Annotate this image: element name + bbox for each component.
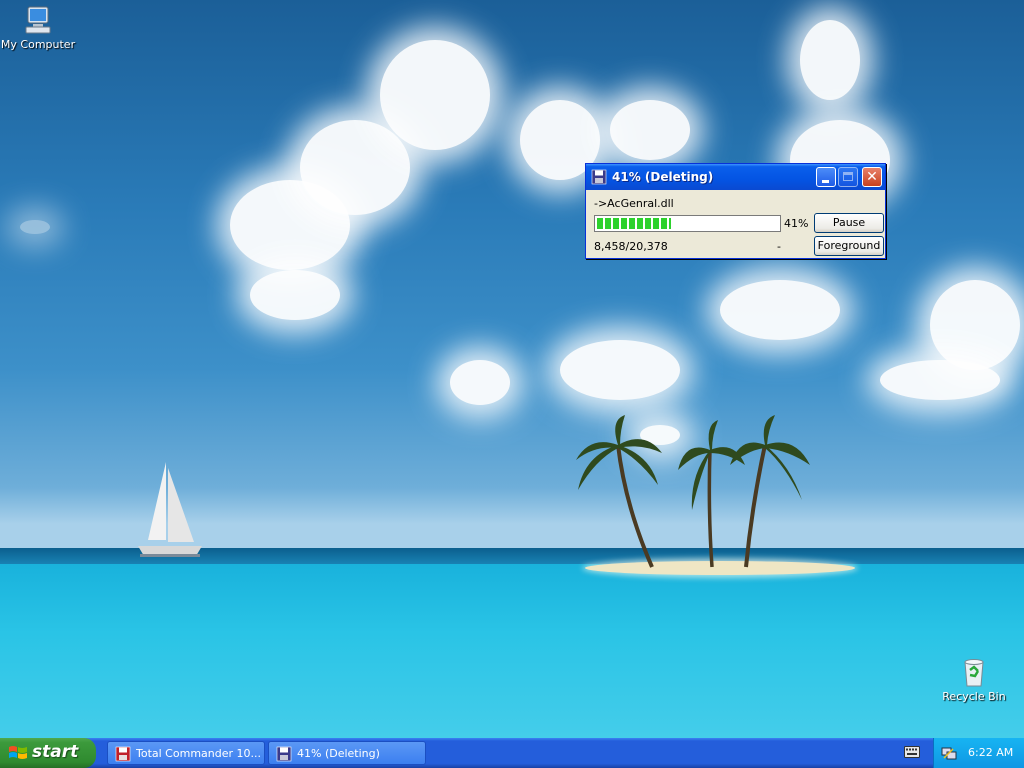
task-label: 41% (Deleting)	[297, 747, 380, 760]
desktop-background: My Computer Recycle Bin	[0, 0, 1024, 738]
cloud	[380, 40, 490, 150]
cloud	[880, 360, 1000, 400]
network-icon[interactable]	[941, 745, 957, 764]
clock[interactable]: 6:22 AM	[968, 746, 1013, 759]
cloud	[250, 270, 340, 320]
progress-fill	[597, 218, 671, 229]
current-file-label: ->AcGenral.dll	[594, 197, 674, 210]
sailboat	[138, 462, 202, 557]
my-computer-label: My Computer	[0, 38, 76, 51]
pause-button[interactable]: Pause	[814, 213, 884, 233]
floppy-disk-icon	[591, 169, 607, 188]
system-tray: 6:22 AM	[933, 738, 1024, 768]
taskbar: start Total Commander 10.... 41% (Deleti…	[0, 738, 1024, 768]
close-icon: ✕	[866, 169, 878, 185]
close-button[interactable]: ✕	[862, 167, 882, 187]
taskbar-button-deleting[interactable]: 41% (Deleting)	[268, 741, 426, 765]
maximize-button[interactable]	[838, 167, 858, 187]
foreground-button[interactable]: Foreground	[814, 236, 884, 256]
my-computer-icon	[25, 6, 51, 34]
start-label: start	[32, 742, 79, 762]
cloud	[720, 280, 840, 340]
cloud	[800, 20, 860, 100]
keyboard-icon[interactable]	[904, 746, 920, 761]
task-label: Total Commander 10....	[136, 747, 260, 760]
my-computer-shortcut[interactable]: My Computer	[0, 4, 78, 51]
windows-logo-icon	[8, 744, 28, 765]
floppy-disk-icon	[115, 746, 131, 765]
dialog-titlebar[interactable]: 41% (Deleting) ✕	[586, 164, 885, 190]
cloud	[20, 220, 50, 234]
recycle-bin-shortcut[interactable]: Recycle Bin	[934, 656, 1014, 703]
cloud	[560, 340, 680, 400]
file-counts: 8,458/20,378	[594, 240, 668, 253]
cloud	[930, 280, 1020, 370]
minimize-button[interactable]	[816, 167, 836, 187]
cloud	[610, 100, 690, 160]
cloud	[300, 120, 410, 215]
recycle-bin-label: Recycle Bin	[942, 690, 1006, 703]
recycle-bin-icon	[964, 659, 984, 687]
start-button[interactable]: start	[0, 738, 96, 768]
floppy-disk-icon	[276, 746, 292, 765]
cloud	[450, 360, 510, 405]
sea	[0, 564, 1024, 738]
taskbar-button-total-commander[interactable]: Total Commander 10....	[107, 741, 265, 765]
progress-percent: 41%	[784, 217, 809, 230]
dialog-title: 41% (Deleting)	[612, 170, 714, 184]
delete-progress-dialog: 41% (Deleting) ✕ ->AcGenral.dll 41% 8,45…	[585, 163, 886, 259]
progress-bar	[594, 215, 781, 232]
palm-trees	[576, 415, 810, 568]
separator-text: -	[777, 240, 781, 253]
